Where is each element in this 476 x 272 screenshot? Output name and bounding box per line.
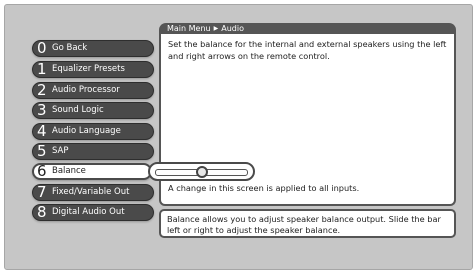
menu-item-audio-language[interactable]: 4 Audio Language — [32, 123, 154, 140]
breadcrumb-root: Main Menu — [167, 24, 211, 33]
menu-item-equalizer-presets[interactable]: 1 Equalizer Presets — [32, 61, 154, 78]
menu-item-sound-logic[interactable]: 3 Sound Logic — [32, 102, 154, 119]
menu-item-balance[interactable]: 6 Balance — [32, 163, 152, 180]
menu-item-label: Audio Processor — [52, 85, 120, 95]
menu-item-label: Go Back — [52, 43, 88, 53]
menu-item-digital-audio-out[interactable]: 8 Digital Audio Out — [32, 204, 154, 221]
menu-item-sap[interactable]: 5 SAP — [32, 143, 154, 160]
menu-item-number: 8 — [37, 203, 47, 221]
menu-item-fixed-variable-out[interactable]: 7 Fixed/Variable Out — [32, 184, 154, 201]
breadcrumb-arrow-icon: ▶ — [213, 25, 219, 32]
balance-slider[interactable] — [148, 162, 255, 181]
menu-item-label: Digital Audio Out — [52, 207, 125, 217]
breadcrumb-current: Audio — [221, 24, 244, 33]
menu-item-label: Fixed/Variable Out — [52, 187, 130, 197]
menu-item-number: 2 — [37, 81, 47, 99]
menu-item-number: 7 — [37, 183, 47, 201]
menu-item-number: 5 — [37, 142, 47, 160]
menu-item-label: SAP — [52, 146, 69, 156]
menu-item-number: 3 — [37, 101, 47, 119]
menu-item-label: Balance — [52, 166, 86, 176]
menu-item-label: Equalizer Presets — [52, 64, 125, 74]
menu-item-number: 1 — [37, 60, 47, 78]
menu-item-number: 4 — [37, 122, 47, 140]
description-text: Set the balance for the internal and ext… — [168, 39, 447, 61]
menu-item-label: Sound Logic — [52, 105, 104, 115]
note-text: A change in this screen is applied to al… — [168, 183, 360, 193]
menu-item-audio-processor[interactable]: 2 Audio Processor — [32, 82, 154, 99]
help-text: Balance allows you to adjust speaker bal… — [159, 209, 456, 238]
menu-item-go-back[interactable]: 0 Go Back — [32, 40, 154, 57]
balance-slider-knob[interactable] — [195, 166, 208, 178]
menu-item-label: Audio Language — [52, 126, 121, 136]
menu-item-number: 0 — [37, 39, 47, 57]
menu-item-number: 6 — [37, 162, 47, 180]
